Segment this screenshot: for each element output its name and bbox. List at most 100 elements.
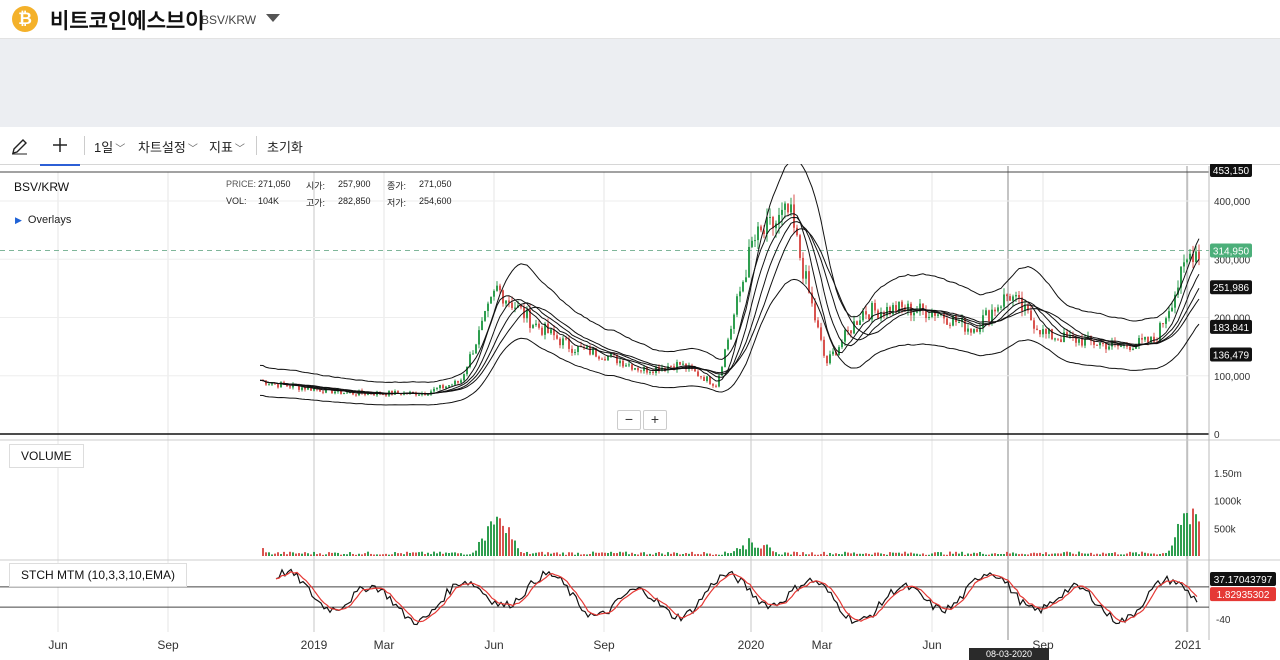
volume-bar [457,553,459,556]
candle-down [814,303,816,321]
chart-settings-label: 차트설정 [138,140,186,155]
volume-bar [817,554,819,556]
candle-down [559,338,561,346]
summary-band [0,39,1280,127]
volume-bar [484,540,486,556]
stoch-tag-label: 37.17043797 [1214,575,1273,586]
volume-bar [1039,552,1041,556]
volume-bar [907,553,909,556]
candle-down [457,380,459,383]
indicators-menu[interactable]: 지표 ﹀ [209,137,245,156]
volume-bar [493,524,495,556]
candle-up [481,320,483,331]
volume-bar [625,551,627,556]
coin-pair: BSV/KRW [201,13,257,27]
volume-bar [928,554,930,556]
volume-bar [775,552,777,556]
candle-up [916,311,918,313]
candle-up [1042,329,1044,335]
coin-select-caret-icon[interactable] [266,14,280,22]
volume-bar [709,553,711,556]
volume-bar [859,553,861,556]
volume-bar [898,552,900,556]
candle-down [1129,346,1131,350]
volume-bar [808,554,810,556]
candle-up [475,344,477,354]
volume-bar [598,552,600,556]
volume-bar [313,551,315,556]
volume-bar [520,552,522,556]
volume-bar [1129,551,1131,556]
volume-bar [1060,553,1062,556]
volume-bar [361,554,363,556]
volume-bar [997,554,999,556]
volume-bar [655,552,657,556]
candle-up [727,339,729,350]
volume-bar [829,552,831,556]
volume-bar [835,553,837,556]
x-tick-label: Mar [374,638,395,652]
candle-down [1045,329,1047,334]
volume-bar [535,552,537,556]
volume-bar [532,553,534,556]
candle-up [937,314,939,316]
volume-bar [943,554,945,556]
price-info-label: PRICE: [226,179,257,189]
overlays-toggle[interactable]: ▶ Overlays [15,214,71,226]
moving-average-line [259,221,1200,395]
volume-bar [526,551,528,556]
pencil-icon[interactable] [10,136,30,156]
candle-up [514,307,516,309]
period-select[interactable]: 1일 ﹀ [94,137,125,156]
candle-up [343,392,345,394]
y-tick-label: 100,000 [1214,372,1251,383]
volume-bar [511,539,513,556]
volume-bar [1078,551,1080,556]
volume-bar [559,554,561,556]
volume-bar [667,552,669,556]
candle-down [949,324,951,326]
volume-bar [847,552,849,556]
candle-down [694,369,696,372]
volume-bar [1072,553,1074,556]
candle-down [622,360,624,367]
zoom-out-button[interactable]: − [617,410,641,430]
candle-down [604,358,606,361]
volume-bar [1024,554,1026,556]
volume-bar [586,554,588,556]
volume-bar [442,553,444,556]
candle-down [601,358,603,360]
candle-down [826,355,828,364]
volume-bar [1180,524,1182,556]
volume-bar [988,554,990,556]
candle-up [736,296,738,315]
volume-bar [892,552,894,556]
candle-up [862,311,864,321]
reset-button[interactable]: 초기화 [267,137,303,156]
volume-bar [319,553,321,556]
volume-bar [613,553,615,556]
volume-bar [340,554,342,556]
candle-down [679,362,681,365]
volume-bar [670,553,672,556]
volume-bar [391,554,393,556]
candle-down [1057,338,1059,340]
candle-down [1039,329,1041,335]
volume-bar [949,551,951,556]
candle-down [1009,296,1011,301]
zoom-in-button[interactable]: + [643,410,667,430]
candle-down [850,330,852,334]
volume-bar [730,553,732,556]
candle-up [991,309,993,322]
volume-bar [1042,554,1044,556]
volume-bar [490,521,492,556]
candle-up [418,394,420,396]
crosshair-tool-button[interactable] [40,130,80,166]
volume-bar [328,552,330,556]
candle-down [700,376,702,378]
chart-settings-menu[interactable]: 차트설정 ﹀ [138,137,198,156]
volume-bar [430,554,432,556]
volume-bar [472,552,474,556]
candle-up [574,351,576,353]
volume-bar [1099,554,1101,556]
